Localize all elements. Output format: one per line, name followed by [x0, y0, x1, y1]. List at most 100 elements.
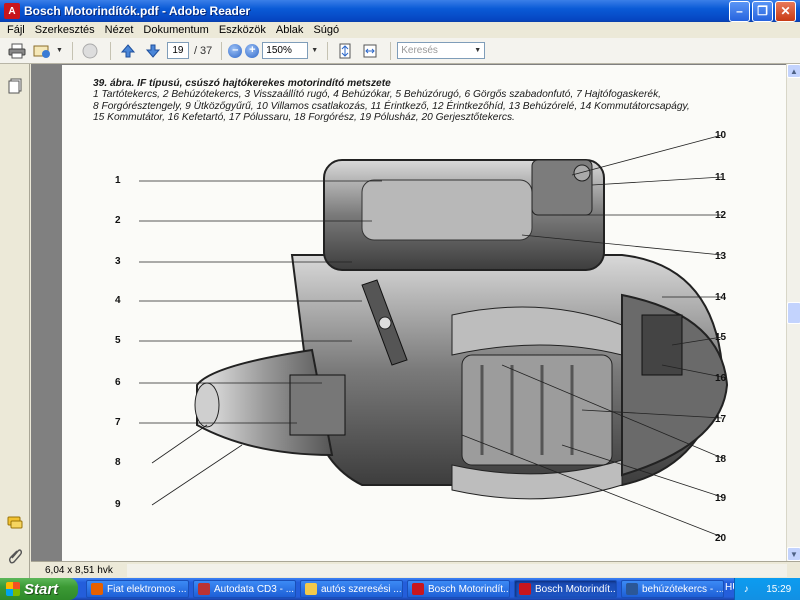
search-dropdown-icon[interactable]: ▼: [474, 43, 484, 58]
title-bar: A Bosch Motorindítók.pdf - Adobe Reader …: [0, 0, 800, 22]
pdf-icon: [519, 583, 531, 595]
callout-label: 20: [715, 533, 727, 544]
callout-label: 8: [115, 457, 121, 468]
navigation-pane: [0, 64, 30, 578]
callout-label: 18: [715, 454, 727, 465]
firefox-icon: [91, 583, 103, 595]
adobe-reader-icon: A: [4, 3, 20, 19]
vertical-scrollbar[interactable]: ▲ ▼: [786, 64, 800, 561]
next-page-icon[interactable]: [142, 41, 164, 61]
fit-width-icon[interactable]: [359, 41, 381, 61]
status-bar: 6,04 x 8,51 hvk: [31, 561, 800, 578]
taskbar-item-label: Fiat elektromos ...: [107, 583, 187, 595]
menu-file[interactable]: Fájl: [2, 24, 30, 36]
taskbar-item-label: Autodata CD3 - ...: [214, 583, 295, 595]
toolbar-separator: [221, 41, 223, 60]
search-input[interactable]: Keresés ▼: [397, 42, 486, 59]
callout-label: 2: [115, 215, 121, 226]
menu-view[interactable]: Nézet: [100, 24, 139, 36]
search-placeholder: Keresés: [401, 45, 438, 56]
callout-label: 1: [115, 175, 121, 186]
taskbar-item-label: Bosch Motorindít...: [428, 583, 510, 595]
hand-tool-icon[interactable]: [79, 41, 101, 61]
comments-panel-icon[interactable]: [7, 515, 23, 531]
close-button[interactable]: ✕: [775, 0, 796, 22]
callout-label: 11: [715, 172, 726, 183]
callout-label: 9: [115, 499, 121, 510]
caption-line-3: 15 Kommutátor, 16 Kefetartó, 17 Pólussar…: [93, 112, 515, 124]
figure-caption: 39. ábra. IF típusú, csúszó hajtókerekes…: [93, 78, 743, 124]
minimize-button[interactable]: –: [729, 0, 750, 22]
start-button[interactable]: Start: [0, 578, 78, 600]
system-tray: ♪ 15:29: [734, 578, 800, 600]
zoom-level-input[interactable]: 150%: [262, 42, 309, 59]
horizontal-scrollbar[interactable]: [127, 564, 787, 577]
attachments-panel-icon[interactable]: [7, 548, 23, 564]
start-label: Start: [24, 580, 59, 598]
caption-title: 39. ábra. IF típusú, csúszó hajtókerekes…: [93, 78, 391, 89]
taskbar-item[interactable]: Fiat elektromos ...: [86, 580, 189, 598]
callout-label: 4: [115, 295, 121, 306]
page-size-label: 6,04 x 8,51 hvk: [45, 564, 113, 576]
page-total: / 37: [193, 44, 213, 57]
callout-label: 14: [715, 292, 727, 303]
zoom-out-button[interactable]: –: [228, 41, 243, 61]
email-dropdown-icon[interactable]: ▼: [56, 41, 63, 61]
callout-label: 16: [715, 373, 727, 384]
scroll-up-button[interactable]: ▲: [787, 64, 800, 78]
callout-label: 10: [715, 130, 727, 141]
callout-label: 5: [115, 335, 121, 346]
callout-label: 17: [715, 414, 727, 425]
callout-label: 13: [715, 251, 727, 262]
caption-line-1: 1 Tartótekercs, 2 Behúzótekercs, 3 Vissz…: [93, 89, 662, 101]
menu-tools[interactable]: Eszközök: [214, 24, 271, 36]
pages-panel-icon[interactable]: [7, 78, 23, 94]
taskbar-item-label: autós szeresési ...: [321, 583, 402, 595]
menu-document[interactable]: Dokumentum: [138, 24, 213, 36]
document-viewport[interactable]: 39. ábra. IF típusú, csúszó hajtókerekes…: [31, 64, 786, 561]
callout-label: 7: [115, 417, 121, 428]
zoom-in-icon: +: [245, 43, 260, 58]
zoom-in-button[interactable]: +: [245, 41, 260, 61]
email-icon[interactable]: [31, 41, 53, 61]
callout-label: 6: [115, 377, 121, 388]
folder-icon: [305, 583, 317, 595]
pdf-icon: [412, 583, 424, 595]
clock[interactable]: 15:29: [766, 584, 791, 595]
windows-logo-icon: [6, 582, 20, 596]
toolbar-separator: [390, 41, 392, 60]
taskbar-item[interactable]: Autodata CD3 - ...: [193, 580, 296, 598]
zoom-dropdown-icon[interactable]: ▼: [311, 41, 318, 61]
menu-edit[interactable]: Szerkesztés: [30, 24, 100, 36]
page-number-input[interactable]: 19: [166, 42, 189, 59]
scroll-thumb[interactable]: [787, 302, 800, 324]
toolbar-separator: [327, 41, 329, 60]
taskbar-item-label: Bosch Motorindít...: [535, 583, 617, 595]
menu-window[interactable]: Ablak: [271, 24, 309, 36]
taskbar: Start Fiat elektromos ... Autodata CD3 -…: [0, 578, 800, 600]
taskbar-item-label: behúzótekercs - ...: [642, 583, 724, 595]
starter-motor-illustration: [139, 134, 729, 538]
maximize-button[interactable]: ❐: [752, 0, 773, 22]
menu-help[interactable]: Súgó: [308, 24, 344, 36]
taskbar-item[interactable]: Bosch Motorindít...: [407, 580, 510, 598]
fit-page-icon[interactable]: [334, 41, 356, 61]
callout-label: 3: [115, 256, 121, 267]
word-document-icon: [626, 583, 638, 595]
print-icon[interactable]: [6, 41, 28, 61]
menu-bar: Fájl Szerkesztés Nézet Dokumentum Eszköz…: [0, 22, 800, 38]
taskbar-item[interactable]: autós szeresési ...: [300, 580, 403, 598]
callout-label: 15: [715, 332, 727, 343]
scroll-down-button[interactable]: ▼: [787, 547, 800, 561]
previous-page-icon[interactable]: [117, 41, 139, 61]
toolbar: ▼ 19 / 37 – + 150% ▼ Keresés ▼: [0, 38, 800, 64]
tray-speaker-icon[interactable]: ♪: [744, 584, 749, 595]
window-title: Bosch Motorindítók.pdf - Adobe Reader: [24, 4, 251, 18]
pdf-page: [62, 65, 786, 561]
taskbar-item[interactable]: behúzótekercs - ...: [621, 580, 724, 598]
zoom-out-icon: –: [228, 43, 243, 58]
toolbar-separator: [71, 41, 73, 60]
autodata-icon: [198, 583, 210, 595]
callout-label: 12: [715, 210, 727, 221]
taskbar-item[interactable]: Bosch Motorindít...: [514, 580, 617, 598]
